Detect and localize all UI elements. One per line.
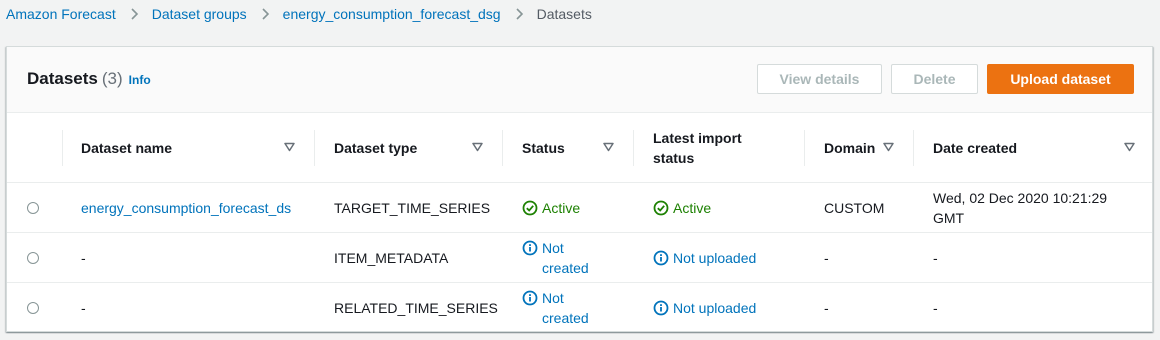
status-cell: Active: [522, 183, 580, 233]
dataset-type-cell: TARGET_TIME_SERIES: [334, 200, 491, 216]
domain-cell: -: [824, 300, 829, 316]
status-success-icon: [653, 200, 669, 216]
panel-title: Datasets (3) Info: [27, 69, 151, 89]
table-header: Dataset name Dataset type Status Latest …: [7, 113, 1152, 183]
panel-title-text: Datasets: [27, 69, 98, 88]
table-row[interactable]: energy_consumption_forecast_ds TARGET_TI…: [7, 183, 1152, 233]
dataset-type-cell: ITEM_METADATA: [334, 250, 449, 266]
sort-icon[interactable]: [883, 142, 894, 152]
import-status-text: Not uploaded: [673, 250, 757, 266]
delete-button[interactable]: Delete: [891, 64, 978, 94]
table-row[interactable]: - ITEM_METADATA Not created Not uploaded…: [7, 233, 1152, 283]
status-info-icon: [522, 290, 538, 306]
column-divider: [804, 130, 805, 166]
import-status-cell: Not uploaded: [653, 233, 756, 283]
import-status-text: Active: [673, 200, 712, 216]
column-header-latest-import-status[interactable]: Latest import status: [653, 113, 763, 183]
status-cell: Not created: [522, 283, 602, 333]
column-divider: [62, 130, 63, 166]
sort-icon[interactable]: [472, 142, 483, 152]
chevron-right-icon: [247, 8, 283, 20]
date-created-cell: Wed, 02 Dec 2020 10:21:29 GMT: [933, 190, 1108, 226]
date-created-cell: -: [933, 250, 938, 266]
domain-cell: CUSTOM: [824, 200, 885, 216]
column-divider: [502, 130, 503, 166]
dataset-name-cell: energy_consumption_forecast_ds: [81, 183, 291, 233]
breadcrumb: Amazon Forecast Dataset groups energy_co…: [6, 4, 592, 24]
row-select-radio[interactable]: [27, 302, 39, 314]
chevron-right-icon: [116, 8, 152, 20]
info-link[interactable]: Info: [129, 73, 151, 87]
status-text: Not created: [542, 240, 589, 276]
status-info-icon: [522, 240, 538, 256]
column-divider: [314, 130, 315, 166]
status-text: Not created: [542, 290, 589, 326]
column-header-domain[interactable]: Domain: [824, 113, 875, 183]
date-created-cell: -: [933, 300, 938, 316]
breadcrumb-dataset-group[interactable]: energy_consumption_forecast_dsg: [283, 6, 501, 22]
status-cell: Not created: [522, 233, 602, 283]
column-divider: [633, 130, 634, 166]
sort-icon[interactable]: [284, 142, 295, 152]
row-select-radio[interactable]: [27, 202, 39, 214]
status-text: Active: [542, 200, 581, 216]
table-row[interactable]: - RELATED_TIME_SERIES Not created Not up…: [7, 283, 1152, 333]
dataset-name-cell: -: [81, 300, 86, 316]
column-divider: [913, 130, 914, 166]
column-header-dataset-name[interactable]: Dataset name: [81, 113, 172, 183]
dataset-count: (3): [101, 69, 123, 88]
column-header-date-created[interactable]: Date created: [933, 113, 1017, 183]
view-details-button[interactable]: View details: [757, 64, 882, 94]
status-success-icon: [522, 200, 538, 216]
sort-icon[interactable]: [603, 142, 614, 152]
dataset-type-cell: RELATED_TIME_SERIES: [334, 300, 498, 316]
import-status-cell: Not uploaded: [653, 283, 756, 333]
dataset-name-link[interactable]: energy_consumption_forecast_ds: [81, 198, 291, 218]
import-status-cell: Active: [653, 183, 711, 233]
row-select-radio[interactable]: [27, 252, 39, 264]
breadcrumb-dataset-groups[interactable]: Dataset groups: [152, 6, 247, 22]
upload-dataset-button[interactable]: Upload dataset: [987, 64, 1134, 94]
panel-header: Datasets (3) Info View details Delete Up…: [7, 47, 1152, 113]
status-info-icon: [653, 250, 669, 266]
breadcrumb-current: Datasets: [536, 6, 592, 22]
status-info-icon: [653, 300, 669, 316]
chevron-right-icon: [501, 8, 537, 20]
domain-cell: -: [824, 250, 829, 266]
column-header-dataset-type[interactable]: Dataset type: [334, 113, 417, 183]
import-status-text: Not uploaded: [673, 300, 757, 316]
column-header-status[interactable]: Status: [522, 113, 565, 183]
dataset-name-cell: -: [81, 250, 86, 266]
breadcrumb-amazon-forecast[interactable]: Amazon Forecast: [6, 6, 116, 22]
sort-icon[interactable]: [1124, 142, 1135, 152]
datasets-panel: Datasets (3) Info View details Delete Up…: [6, 46, 1153, 332]
